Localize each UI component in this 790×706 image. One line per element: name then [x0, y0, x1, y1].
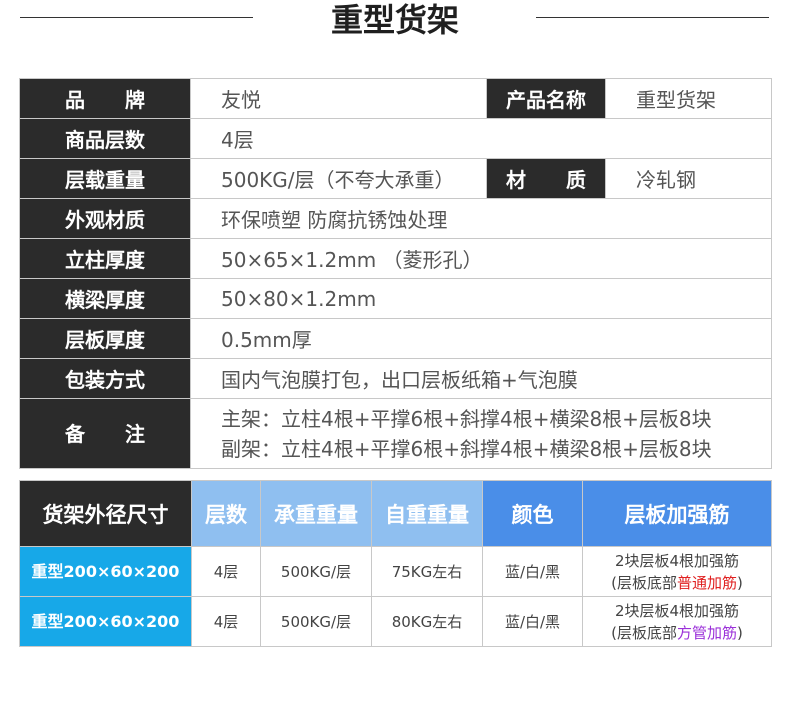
shelf-thickness-label: 层板厚度: [19, 318, 191, 359]
rib-detail-prefix: (层板底部: [611, 623, 677, 642]
spec-row-brand: 品 牌 友悦 产品名称 重型货架: [19, 78, 772, 119]
weight-cell: 80KG左右: [371, 596, 483, 647]
finish-value: 环保喷塑 防腐抗锈蚀处理: [190, 198, 772, 239]
layers-value: 4层: [190, 118, 772, 159]
spec-row-finish: 外观材质 环保喷塑 防腐抗锈蚀处理: [19, 198, 772, 239]
spec-row-shelf: 层板厚度 0.5mm厚: [19, 318, 772, 359]
remarks-value: 主架：立柱4根+平撑6根+斜撑4根+横梁8根+层板8块 副架：立柱4根+平撑6根…: [190, 398, 772, 469]
spec-row-post: 立柱厚度 50×65×1.2mm （菱形孔）: [19, 238, 772, 279]
load-cell: 500KG/层: [260, 546, 372, 597]
packing-value: 国内气泡膜打包，出口层板纸箱+气泡膜: [190, 358, 772, 399]
post-thickness-value: 50×65×1.2mm （菱形孔）: [190, 238, 772, 279]
model-cell: 重型200×60×200: [19, 546, 192, 597]
remarks-label: 备 注: [19, 398, 191, 469]
table-row: 重型200×60×200 4层 500KG/层 80KG左右 蓝/白/黑 2块层…: [19, 596, 772, 647]
header-shelf-rib: 层板加强筋: [582, 480, 772, 547]
remarks-line-main: 主架：立柱4根+平撑6根+斜撑4根+横梁8根+层板8块: [221, 406, 712, 431]
rib-detail-suffix: ): [737, 573, 743, 592]
load-value: 500KG/层（不夸大承重）: [190, 158, 487, 199]
model-cell: 重型200×60×200: [19, 596, 192, 647]
header-layers: 层数: [191, 480, 261, 547]
finish-label: 外观材质: [19, 198, 191, 239]
header-outer-size: 货架外径尺寸: [19, 480, 192, 547]
table-row: 重型200×60×200 4层 500KG/层 75KG左右 蓝/白/黑 2块层…: [19, 546, 772, 597]
product-name-label: 产品名称: [486, 78, 606, 119]
remarks-line-sub: 副架：立柱4根+平撑6根+斜撑4根+横梁8根+层板8块: [221, 436, 712, 461]
rib-detail: (层板底部普通加筋): [583, 572, 771, 594]
spec-row-packing: 包装方式 国内气泡膜打包，出口层板纸箱+气泡膜: [19, 358, 772, 399]
header-self-weight: 自重重量: [371, 480, 483, 547]
load-cell: 500KG/层: [260, 596, 372, 647]
spec-row-beam: 横梁厚度 50×80×1.2mm: [19, 278, 772, 319]
spec-row-layers: 商品层数 4层: [19, 118, 772, 159]
post-thickness-label: 立柱厚度: [19, 238, 191, 279]
size-table: 货架外径尺寸 层数 承重重量 自重重量 颜色 层板加强筋 重型200×60×20…: [19, 480, 772, 647]
color-cell: 蓝/白/黑: [482, 546, 583, 597]
rib-detail-suffix: ): [737, 623, 743, 642]
rib-line: 2块层板4根加强筋: [614, 601, 740, 620]
rib-cell: 2块层板4根加强筋 (层板底部方管加筋): [582, 596, 772, 647]
beam-thickness-value: 50×80×1.2mm: [190, 278, 772, 319]
weight-cell: 75KG左右: [371, 546, 483, 597]
rib-detail-prefix: (层板底部: [611, 573, 677, 592]
layers-label: 商品层数: [19, 118, 191, 159]
rib-line: 2块层板4根加强筋: [614, 551, 740, 570]
packing-label: 包装方式: [19, 358, 191, 399]
rib-detail-highlight: 方管加筋: [676, 623, 737, 642]
material-value: 冷轧钢: [605, 158, 772, 199]
rib-cell: 2块层板4根加强筋 (层板底部普通加筋): [582, 546, 772, 597]
page-title: 重型货架: [330, 1, 459, 39]
spec-row-load: 层载重量 500KG/层（不夸大承重） 材 质 冷轧钢: [19, 158, 772, 199]
product-name-value: 重型货架: [605, 78, 772, 119]
header-load: 承重重量: [260, 480, 372, 547]
size-header-row: 货架外径尺寸 层数 承重重量 自重重量 颜色 层板加强筋: [19, 480, 772, 547]
beam-thickness-label: 横梁厚度: [19, 278, 191, 319]
brand-label: 品 牌: [19, 78, 191, 119]
header-color: 颜色: [482, 480, 583, 547]
layers-cell: 4层: [191, 596, 261, 647]
brand-value: 友悦: [190, 78, 487, 119]
rib-detail: (层板底部方管加筋): [583, 622, 771, 644]
layers-cell: 4层: [191, 546, 261, 597]
spec-table: 品 牌 友悦 产品名称 重型货架 商品层数 4层 层载重量 500KG/层（不夸…: [19, 78, 772, 469]
color-cell: 蓝/白/黑: [482, 596, 583, 647]
load-label: 层载重量: [19, 158, 191, 199]
rib-detail-highlight: 普通加筋: [676, 573, 737, 592]
material-label: 材 质: [486, 158, 606, 199]
spec-row-remarks: 备 注 主架：立柱4根+平撑6根+斜撑4根+横梁8根+层板8块 副架：立柱4根+…: [19, 398, 772, 469]
shelf-thickness-value: 0.5mm厚: [190, 318, 772, 359]
